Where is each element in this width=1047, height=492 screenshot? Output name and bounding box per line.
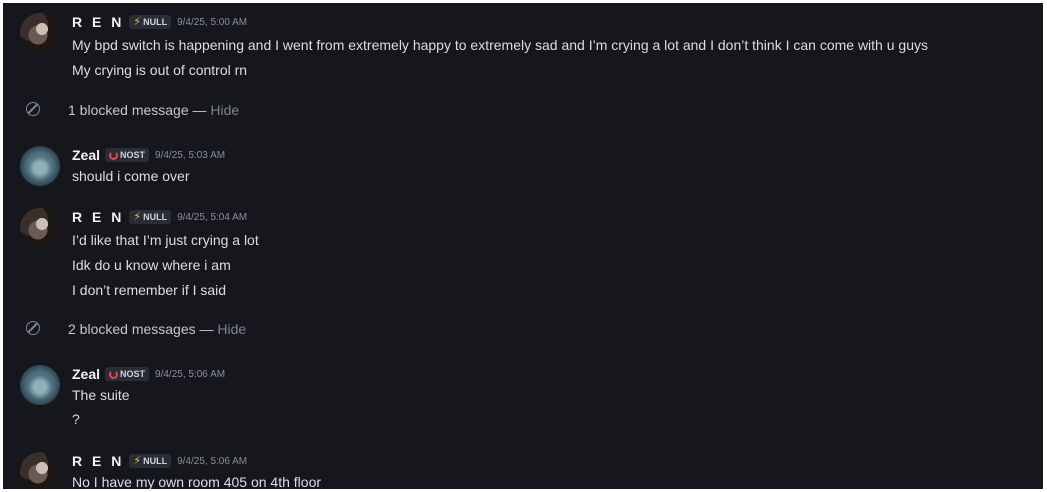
message-header: R E N ⚡ NULL 9/4/25, 5:00 AM: [72, 13, 247, 31]
message-text: should i come over: [72, 168, 190, 184]
message-text: I don’t remember if I said: [72, 282, 227, 298]
user-tag[interactable]: ⚡ NULL: [129, 210, 172, 224]
message-header: Zeal NOST 9/4/25, 5:03 AM: [72, 146, 225, 164]
user-tag[interactable]: NOST: [105, 148, 150, 162]
tag-label: NOST: [120, 150, 146, 160]
username[interactable]: R E N: [72, 453, 124, 469]
timestamp: 9/4/25, 5:06 AM: [177, 455, 248, 467]
hide-blocked-link[interactable]: Hide: [217, 321, 246, 337]
username[interactable]: R E N: [72, 209, 124, 225]
avatar[interactable]: [20, 146, 60, 186]
message-text: My crying is out of control rn: [72, 62, 248, 78]
message-header: Zeal NOST 9/4/25, 5:06 AM: [72, 365, 225, 383]
tag-label: NULL: [143, 17, 168, 27]
nost-ring-icon: [109, 369, 119, 379]
message-text: No I have my own room 405 on 4th floor: [72, 474, 322, 489]
avatar[interactable]: [20, 365, 60, 405]
message-text: The suite: [72, 387, 130, 403]
message-header: R E N ⚡ NULL 9/4/25, 5:06 AM: [72, 452, 247, 470]
avatar[interactable]: [20, 13, 60, 53]
username[interactable]: Zeal: [72, 147, 100, 163]
message-text: ?: [72, 411, 80, 427]
lightning-icon: ⚡: [133, 210, 142, 223]
avatar[interactable]: [20, 452, 60, 489]
username[interactable]: Zeal: [72, 366, 100, 382]
timestamp: 9/4/25, 5:03 AM: [155, 149, 226, 161]
user-tag[interactable]: NOST: [105, 367, 150, 381]
message-text: Idk do u know where i am: [72, 257, 231, 273]
lightning-icon: ⚡: [133, 15, 142, 28]
avatar[interactable]: [20, 208, 60, 248]
blocked-messages-notice: 2 blocked messages — Hide: [3, 318, 1043, 340]
message-text: My bpd switch is happening and I went fr…: [72, 37, 928, 53]
chat-message-list: R E N ⚡ NULL 9/4/25, 5:00 AM My bpd swit…: [3, 3, 1043, 489]
blocked-messages-notice: 1 blocked message — Hide: [3, 99, 1043, 121]
tag-label: NOST: [120, 369, 146, 379]
message-header: R E N ⚡ NULL 9/4/25, 5:04 AM: [72, 208, 247, 226]
blocked-icon: [26, 102, 40, 116]
user-tag[interactable]: ⚡ NULL: [129, 454, 172, 468]
tag-label: NULL: [143, 212, 168, 222]
timestamp: 9/4/25, 5:04 AM: [177, 211, 248, 223]
user-tag[interactable]: ⚡ NULL: [129, 15, 172, 29]
nost-ring-icon: [109, 150, 119, 160]
blocked-count-text: 2 blocked messages —: [68, 321, 214, 337]
timestamp: 9/4/25, 5:00 AM: [177, 16, 248, 28]
lightning-icon: ⚡: [133, 454, 142, 467]
message-text: I’d like that I’m just crying a lot: [72, 232, 259, 248]
tag-label: NULL: [143, 456, 168, 466]
blocked-icon: [26, 321, 40, 335]
blocked-count-text: 1 blocked message —: [68, 102, 207, 118]
hide-blocked-link[interactable]: Hide: [210, 102, 239, 118]
timestamp: 9/4/25, 5:06 AM: [155, 368, 226, 380]
username[interactable]: R E N: [72, 14, 124, 30]
